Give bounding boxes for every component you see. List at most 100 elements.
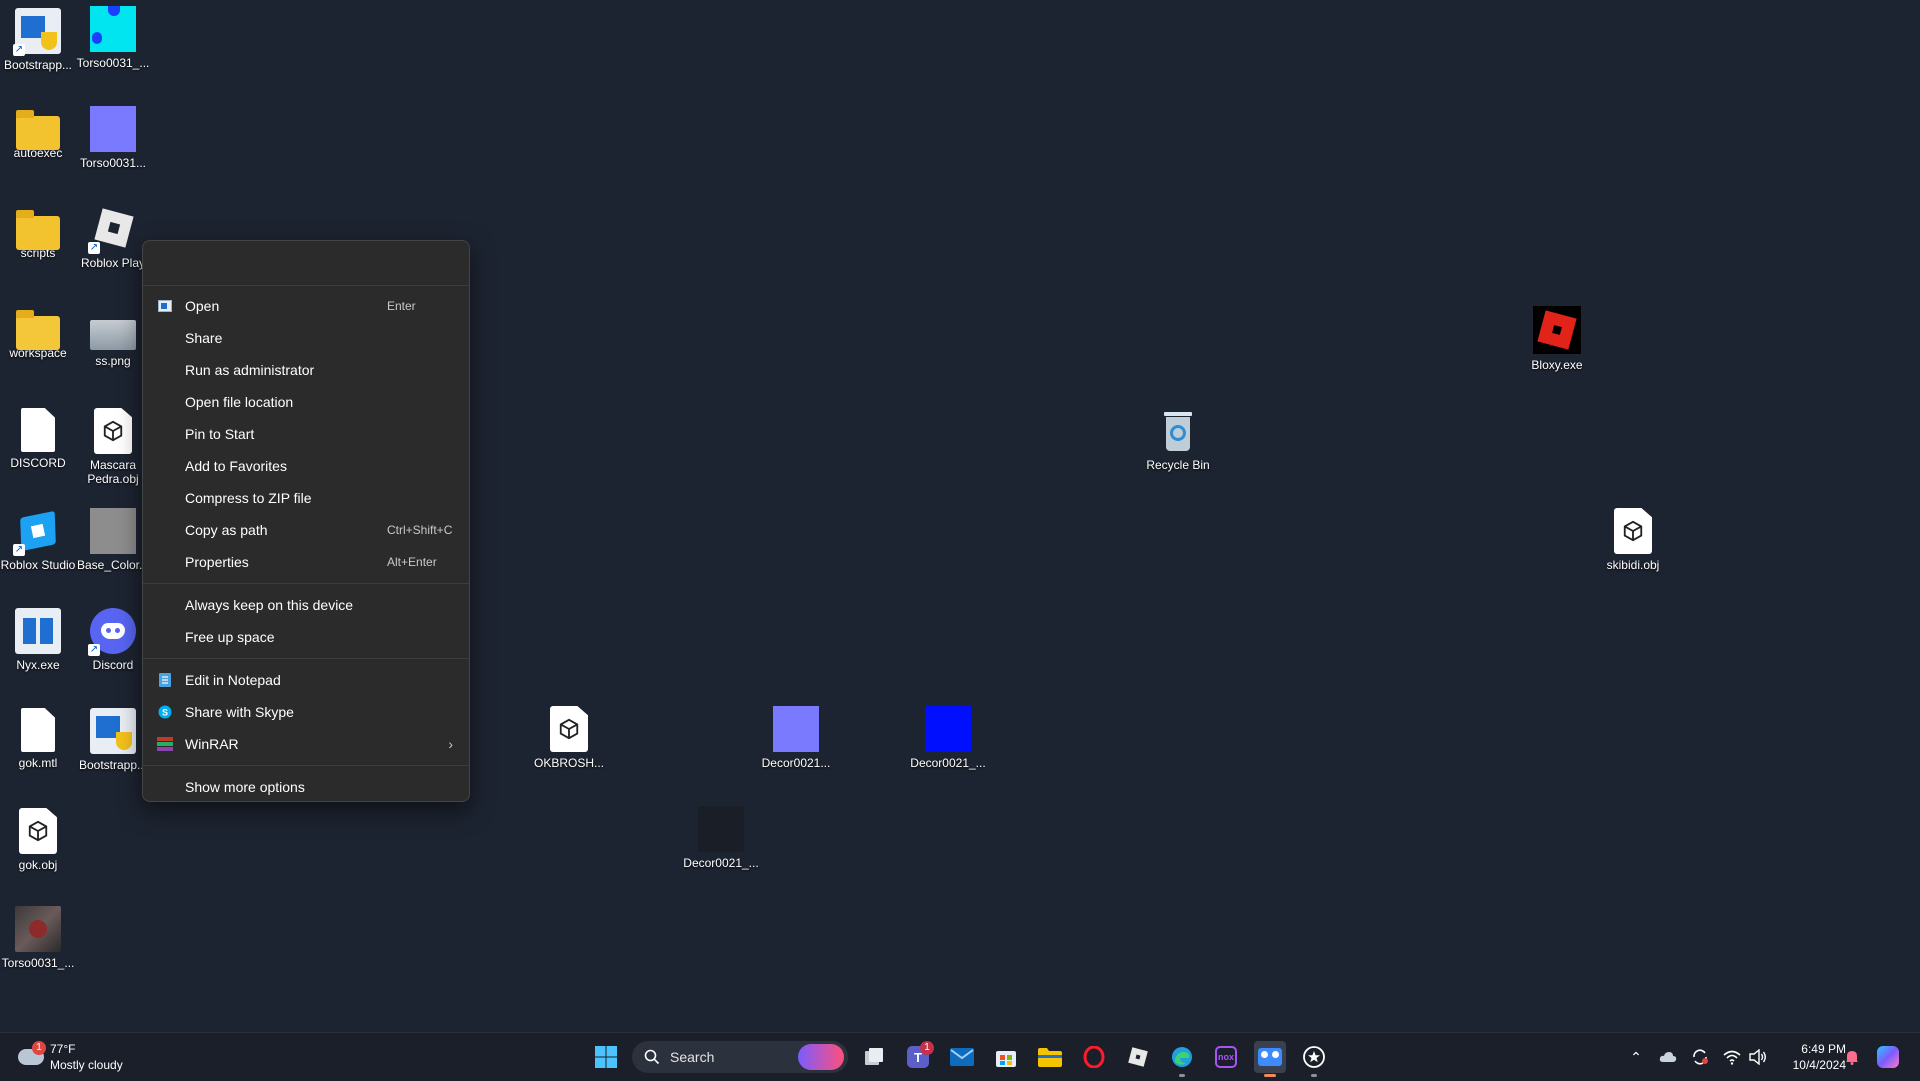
icon-label: skibidi.obj xyxy=(1606,558,1660,572)
folder-icon xyxy=(16,110,60,150)
people-app-icon xyxy=(1258,1048,1282,1066)
desktop-icon-bloxy[interactable]: Bloxy.exe xyxy=(1513,306,1601,372)
menu-item-share-with-skype[interactable]: S Share with Skype xyxy=(143,696,469,728)
menu-item-open-file-location[interactable]: Open file location xyxy=(143,386,469,418)
menu-item-spacer xyxy=(157,458,173,474)
menu-item-label: Add to Favorites xyxy=(185,458,287,474)
desktop-icon-gok-obj[interactable]: gok.obj xyxy=(0,808,82,872)
task-view-button[interactable] xyxy=(858,1041,890,1073)
menu-item-label: Pin to Start xyxy=(185,426,255,442)
copilot-icon xyxy=(1877,1046,1899,1068)
sync-tray[interactable] xyxy=(1690,1047,1710,1067)
taskbar-search[interactable]: Search xyxy=(632,1041,848,1073)
image-thumbnail-icon xyxy=(90,106,136,152)
notifications-button[interactable] xyxy=(1842,1047,1862,1067)
store-icon xyxy=(996,1051,1016,1067)
menu-item-spacer xyxy=(157,554,173,570)
menu-item-label: Open xyxy=(185,298,220,314)
taskbar-teams[interactable]: T 1 xyxy=(902,1041,934,1073)
menu-item-free-up-space[interactable]: Free up space xyxy=(143,621,469,653)
menu-item-always-keep[interactable]: Always keep on this device xyxy=(143,589,469,621)
weather-temp: 77°F xyxy=(50,1042,76,1056)
show-hidden-icons-button[interactable]: ⌃ xyxy=(1626,1047,1646,1067)
installer-icon xyxy=(13,8,61,56)
menu-item-properties[interactable]: Properties Alt+Enter xyxy=(143,546,469,578)
menu-item-label: Share with Skype xyxy=(185,704,294,720)
desktop-icon-recycle-bin[interactable]: Recycle Bin xyxy=(1134,408,1222,472)
onedrive-tray[interactable] xyxy=(1658,1047,1678,1067)
opera-icon xyxy=(1083,1046,1105,1068)
context-menu: Open Enter Share Run as administrator Op… xyxy=(142,240,470,802)
desktop-icon-decor-3[interactable]: Decor0021_... xyxy=(677,806,765,870)
search-highlight-icon xyxy=(798,1044,844,1070)
nox-icon: nox xyxy=(1215,1046,1237,1068)
menu-item-add-to-favorites[interactable]: Add to Favorites xyxy=(143,450,469,482)
menu-item-shortcut: Enter xyxy=(387,299,416,313)
volume-tray[interactable] xyxy=(1748,1047,1768,1067)
menu-item-label: Compress to ZIP file xyxy=(185,490,312,506)
image-thumbnail-icon xyxy=(90,320,136,350)
taskbar-nox[interactable]: nox xyxy=(1210,1041,1242,1073)
menu-separator xyxy=(143,658,469,659)
desktop-icon-skibidi[interactable]: skibidi.obj xyxy=(1589,508,1677,572)
menu-item-spacer xyxy=(157,779,173,795)
copilot-button[interactable] xyxy=(1872,1041,1904,1073)
running-indicator xyxy=(1311,1074,1317,1077)
menu-item-spacer xyxy=(157,629,173,645)
taskbar-settings-app[interactable] xyxy=(1298,1041,1330,1077)
sync-icon xyxy=(1693,1049,1708,1065)
menu-item-label: Run as administrator xyxy=(185,362,315,378)
desktop-icon-decor-1[interactable]: Decor0021... xyxy=(752,706,840,770)
taskbar-store[interactable] xyxy=(990,1041,1022,1073)
menu-item-pin-to-start[interactable]: Pin to Start xyxy=(143,418,469,450)
menu-item-show-more-options[interactable]: Show more options xyxy=(143,771,469,803)
menu-item-edit-in-notepad[interactable]: Edit in Notepad xyxy=(143,664,469,696)
cloud-sync-icon xyxy=(1659,1052,1677,1062)
svg-text:S: S xyxy=(162,708,168,718)
3d-object-icon xyxy=(94,408,132,454)
image-thumbnail-icon xyxy=(925,706,971,752)
icon-label: Recycle Bin xyxy=(1146,458,1210,472)
icon-label: Decor0021_... xyxy=(683,856,759,870)
menu-item-compress-zip[interactable]: Compress to ZIP file xyxy=(143,482,469,514)
icon-label: gok.obj xyxy=(18,858,58,872)
desktop-icon-decor-2[interactable]: Decor0021_... xyxy=(904,706,992,770)
image-thumbnail-icon xyxy=(90,508,136,554)
menu-item-run-as-admin[interactable]: Run as administrator xyxy=(143,354,469,386)
desktop-icon-torso-1[interactable]: Torso0031_... xyxy=(69,6,157,70)
taskbar-opera[interactable] xyxy=(1078,1041,1110,1073)
desktop-icon-okbrosh[interactable]: OKBROSH... xyxy=(525,706,613,770)
taskbar-roblox[interactable] xyxy=(1122,1041,1154,1073)
weather-badge: 1 xyxy=(32,1041,46,1055)
menu-item-label: WinRAR xyxy=(185,736,239,752)
weather-widget[interactable]: 1 77°F Mostly cloudy xyxy=(14,1039,154,1075)
menu-item-copy-as-path[interactable]: Copy as path Ctrl+Shift+C xyxy=(143,514,469,546)
menu-item-label: Properties xyxy=(185,554,249,570)
menu-item-label: Open file location xyxy=(185,394,294,410)
taskbar-file-explorer[interactable] xyxy=(1034,1041,1066,1073)
taskbar-mail[interactable] xyxy=(946,1041,978,1073)
menu-item-shortcut: Ctrl+Shift+C xyxy=(387,523,453,537)
open-window-icon xyxy=(157,298,173,314)
desktop-icon-torso-2[interactable]: Torso0031... xyxy=(69,106,157,170)
menu-separator xyxy=(143,583,469,584)
image-thumbnail-icon xyxy=(698,806,744,852)
menu-item-spacer xyxy=(157,490,173,506)
icon-label: Decor0021... xyxy=(761,756,831,770)
chevron-right-icon: › xyxy=(448,736,453,752)
weather-condition: Mostly cloudy xyxy=(50,1058,123,1072)
wifi-tray[interactable] xyxy=(1722,1047,1742,1067)
menu-item-share[interactable]: Share xyxy=(143,322,469,354)
clock[interactable]: 6:49 PM 10/4/2024 xyxy=(1774,1039,1846,1075)
desktop-icon-torso-3[interactable]: Torso0031_... xyxy=(0,906,82,970)
taskbar-active-app[interactable] xyxy=(1254,1041,1286,1077)
roblox-red-icon xyxy=(1533,306,1581,354)
start-button[interactable] xyxy=(590,1041,622,1073)
bell-icon xyxy=(1846,1051,1858,1065)
taskbar-edge[interactable] xyxy=(1166,1041,1198,1077)
menu-item-open[interactable]: Open Enter xyxy=(143,290,469,322)
star-gear-icon xyxy=(1303,1046,1325,1068)
chevron-up-icon: ⌃ xyxy=(1630,1048,1642,1065)
search-icon xyxy=(644,1049,660,1065)
menu-item-winrar[interactable]: WinRAR › xyxy=(143,728,469,760)
